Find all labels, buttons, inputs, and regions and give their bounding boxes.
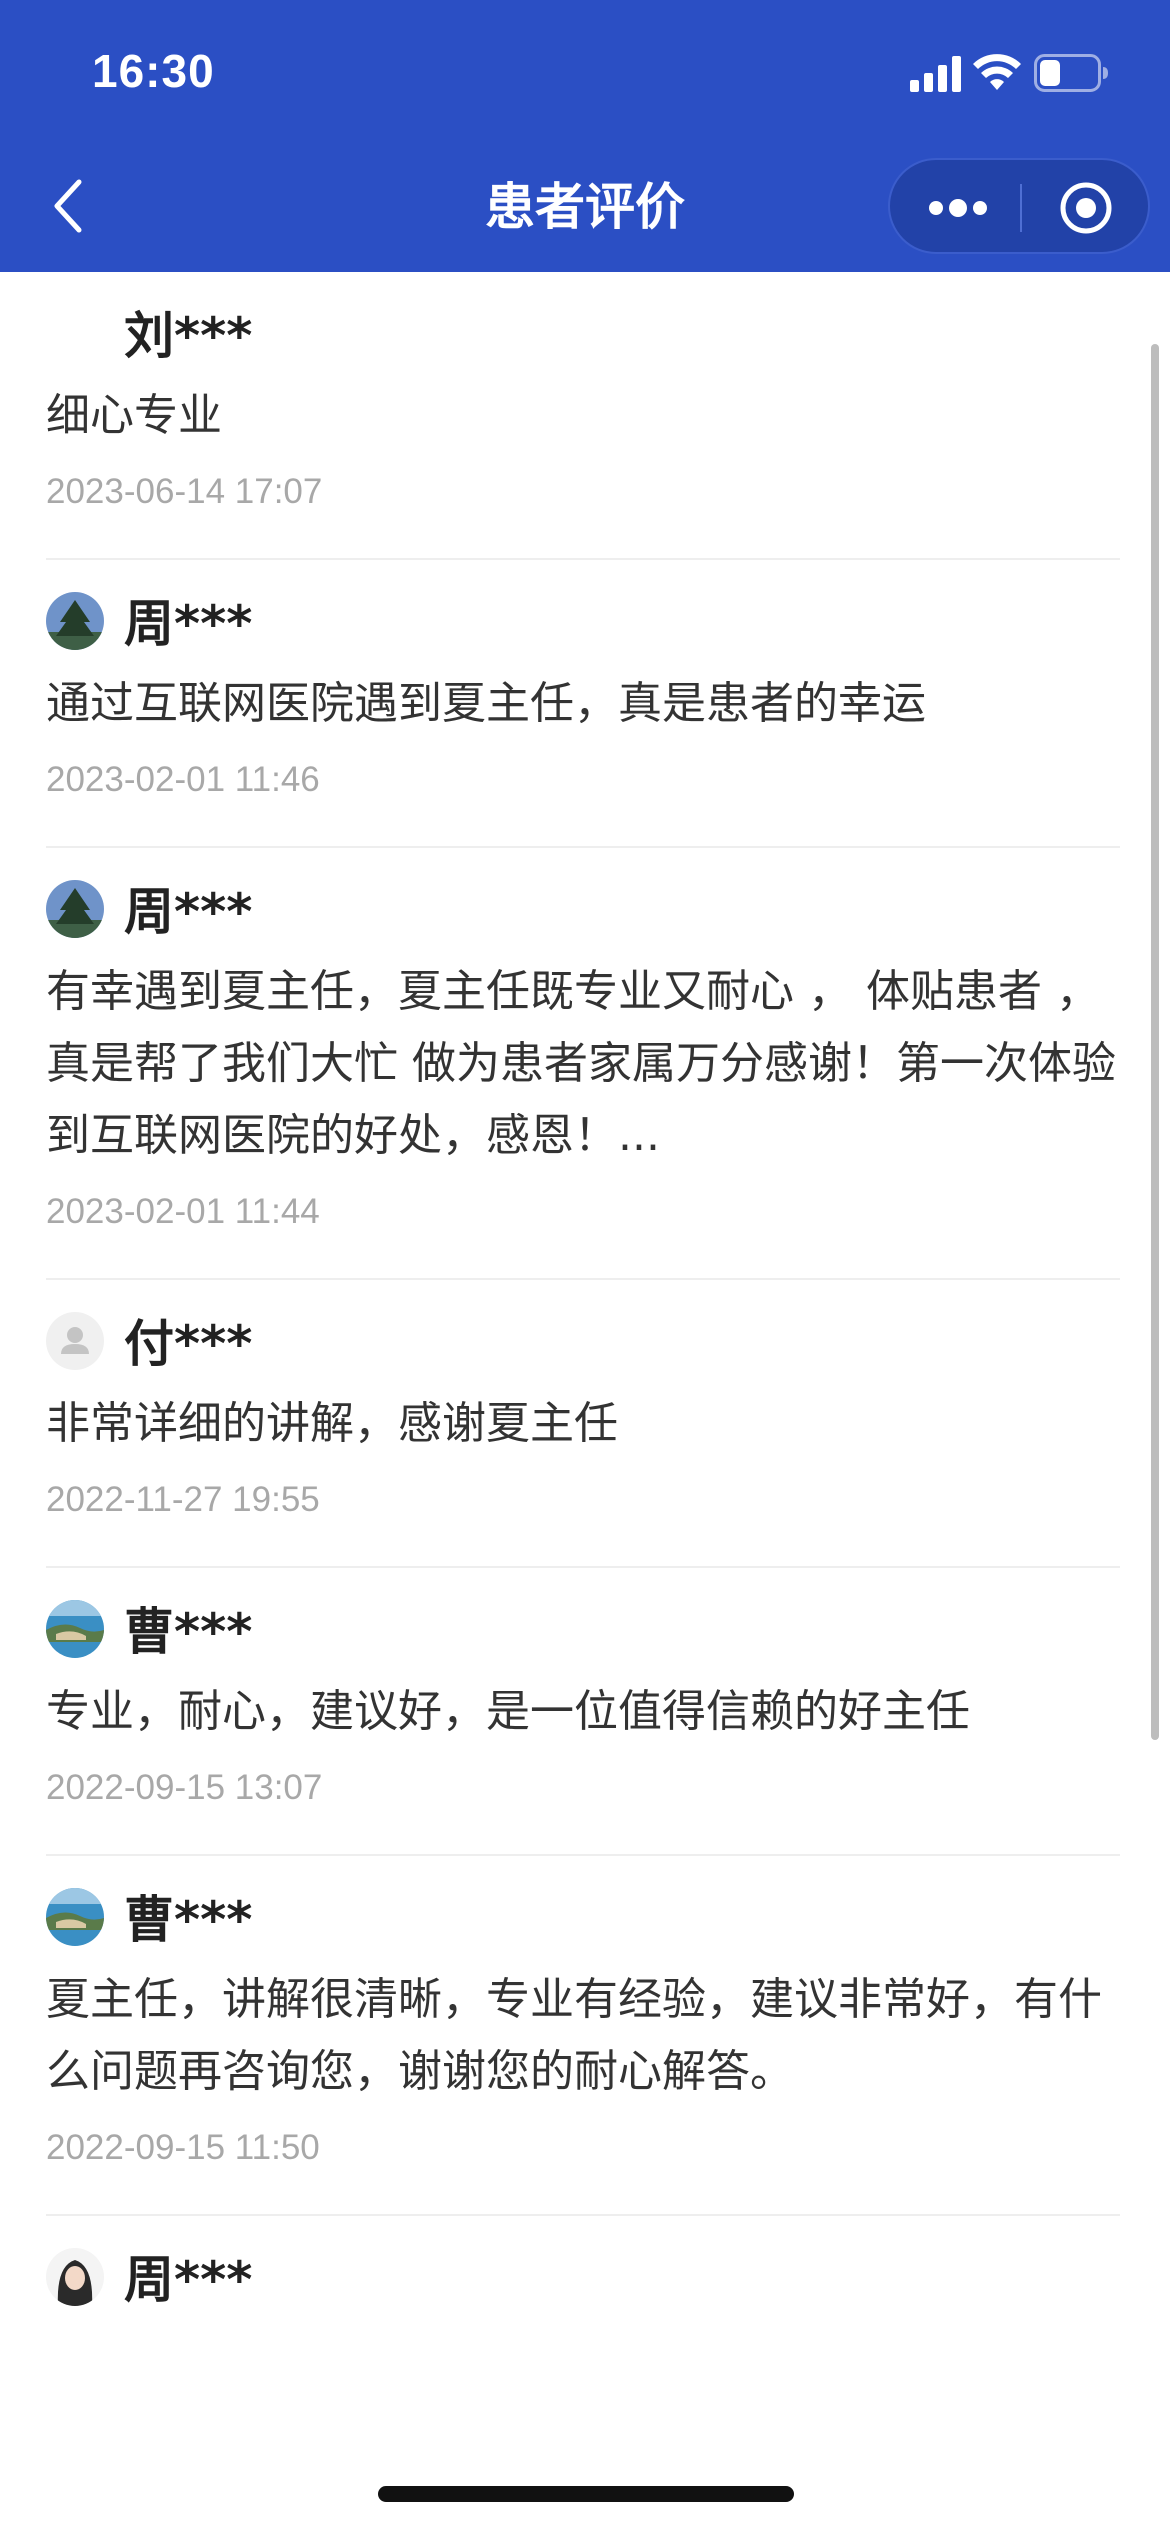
review-time: 2022-09-15 11:50: [46, 2128, 320, 2167]
review-header: 周***: [46, 2216, 1120, 2312]
review-item: 曹*** 专业，耐心，建议好，是一位值得信赖的好主任 2022-09-15 13…: [46, 1568, 1120, 1856]
review-time: 2022-09-15 13:07: [46, 1768, 323, 1807]
review-time: 2023-02-01 11:44: [46, 1192, 320, 1231]
review-content: 通过互联网医院遇到夏主任，真是患者的幸运: [46, 678, 926, 729]
review-header: 周***: [46, 560, 1120, 656]
review-item: 付*** 非常详细的讲解，感谢夏主任 2022-11-27 19:55: [46, 1280, 1120, 1568]
default-user-avatar: [46, 1312, 104, 1370]
reviewer-name: 周***: [124, 2251, 253, 2309]
review-header: 付***: [46, 1280, 1120, 1376]
reviewer-name: 曹***: [124, 1603, 253, 1661]
mini-program-capsule: [888, 158, 1150, 254]
review-item: 周***: [46, 2216, 1120, 2312]
review-item: 周*** 有幸遇到夏主任，夏主任既专业又耐心 ， 体贴患者 ，真是帮了我们大忙 …: [46, 848, 1120, 1280]
battery-icon: [1034, 54, 1108, 92]
review-item: 曹*** 夏主任，讲解很清晰，专业有经验，建议非常好，有什么问题再咨询您，谢谢您…: [46, 1856, 1120, 2216]
girl-photo-avatar: [46, 2248, 104, 2306]
review-list[interactable]: 刘*** 细心专业 2023-06-14 17:07 周*** 通过互联网医院遇…: [0, 272, 1170, 2312]
review-content: 专业，耐心，建议好，是一位值得信赖的好主任: [46, 1686, 970, 1737]
scrollbar[interactable]: [1151, 344, 1159, 1740]
reviewer-name: 周***: [124, 595, 253, 653]
reviewer-name: 曹***: [124, 1891, 253, 1949]
wifi-icon: [973, 54, 1021, 90]
review-header: 周***: [46, 848, 1120, 944]
cellular-signal-icon: [910, 56, 961, 92]
review-content: 夏主任，讲解很清晰，专业有经验，建议非常好，有什么问题再咨询您，谢谢您的耐心解答…: [46, 1974, 1102, 2097]
tree-photo-avatar: [46, 880, 104, 938]
tree-photo-avatar: [46, 592, 104, 650]
review-header: 刘***: [46, 272, 1120, 368]
nav-header: 16:30 患者评价: [0, 0, 1170, 272]
reviewer-name: 付***: [124, 1315, 253, 1373]
review-time: 2023-02-01 11:46: [46, 760, 320, 799]
review-content: 非常详细的讲解，感谢夏主任: [46, 1398, 618, 1449]
sea-photo-avatar: [46, 1888, 104, 1946]
review-content: 有幸遇到夏主任，夏主任既专业又耐心 ， 体贴患者 ，真是帮了我们大忙 做为患者家…: [46, 966, 1116, 1161]
capsule-divider: [1020, 184, 1022, 232]
review-header: 曹***: [46, 1856, 1120, 1952]
review-time: 2022-11-27 19:55: [46, 1480, 320, 1519]
reviewer-name: 周***: [124, 883, 253, 941]
target-circle-icon[interactable]: [1058, 180, 1114, 236]
more-dots-icon[interactable]: [926, 194, 990, 222]
status-time: 16:30: [92, 45, 215, 97]
review-item: 刘*** 细心专业 2023-06-14 17:07: [46, 272, 1120, 560]
review-content: 细心专业: [46, 390, 222, 441]
review-header: 曹***: [46, 1568, 1120, 1664]
review-item: 周*** 通过互联网医院遇到夏主任，真是患者的幸运 2023-02-01 11:…: [46, 560, 1120, 848]
reviewer-name: 刘***: [124, 307, 253, 365]
home-indicator: [378, 2486, 794, 2502]
sea-photo-avatar: [46, 1600, 104, 1658]
review-time: 2023-06-14 17:07: [46, 472, 323, 511]
